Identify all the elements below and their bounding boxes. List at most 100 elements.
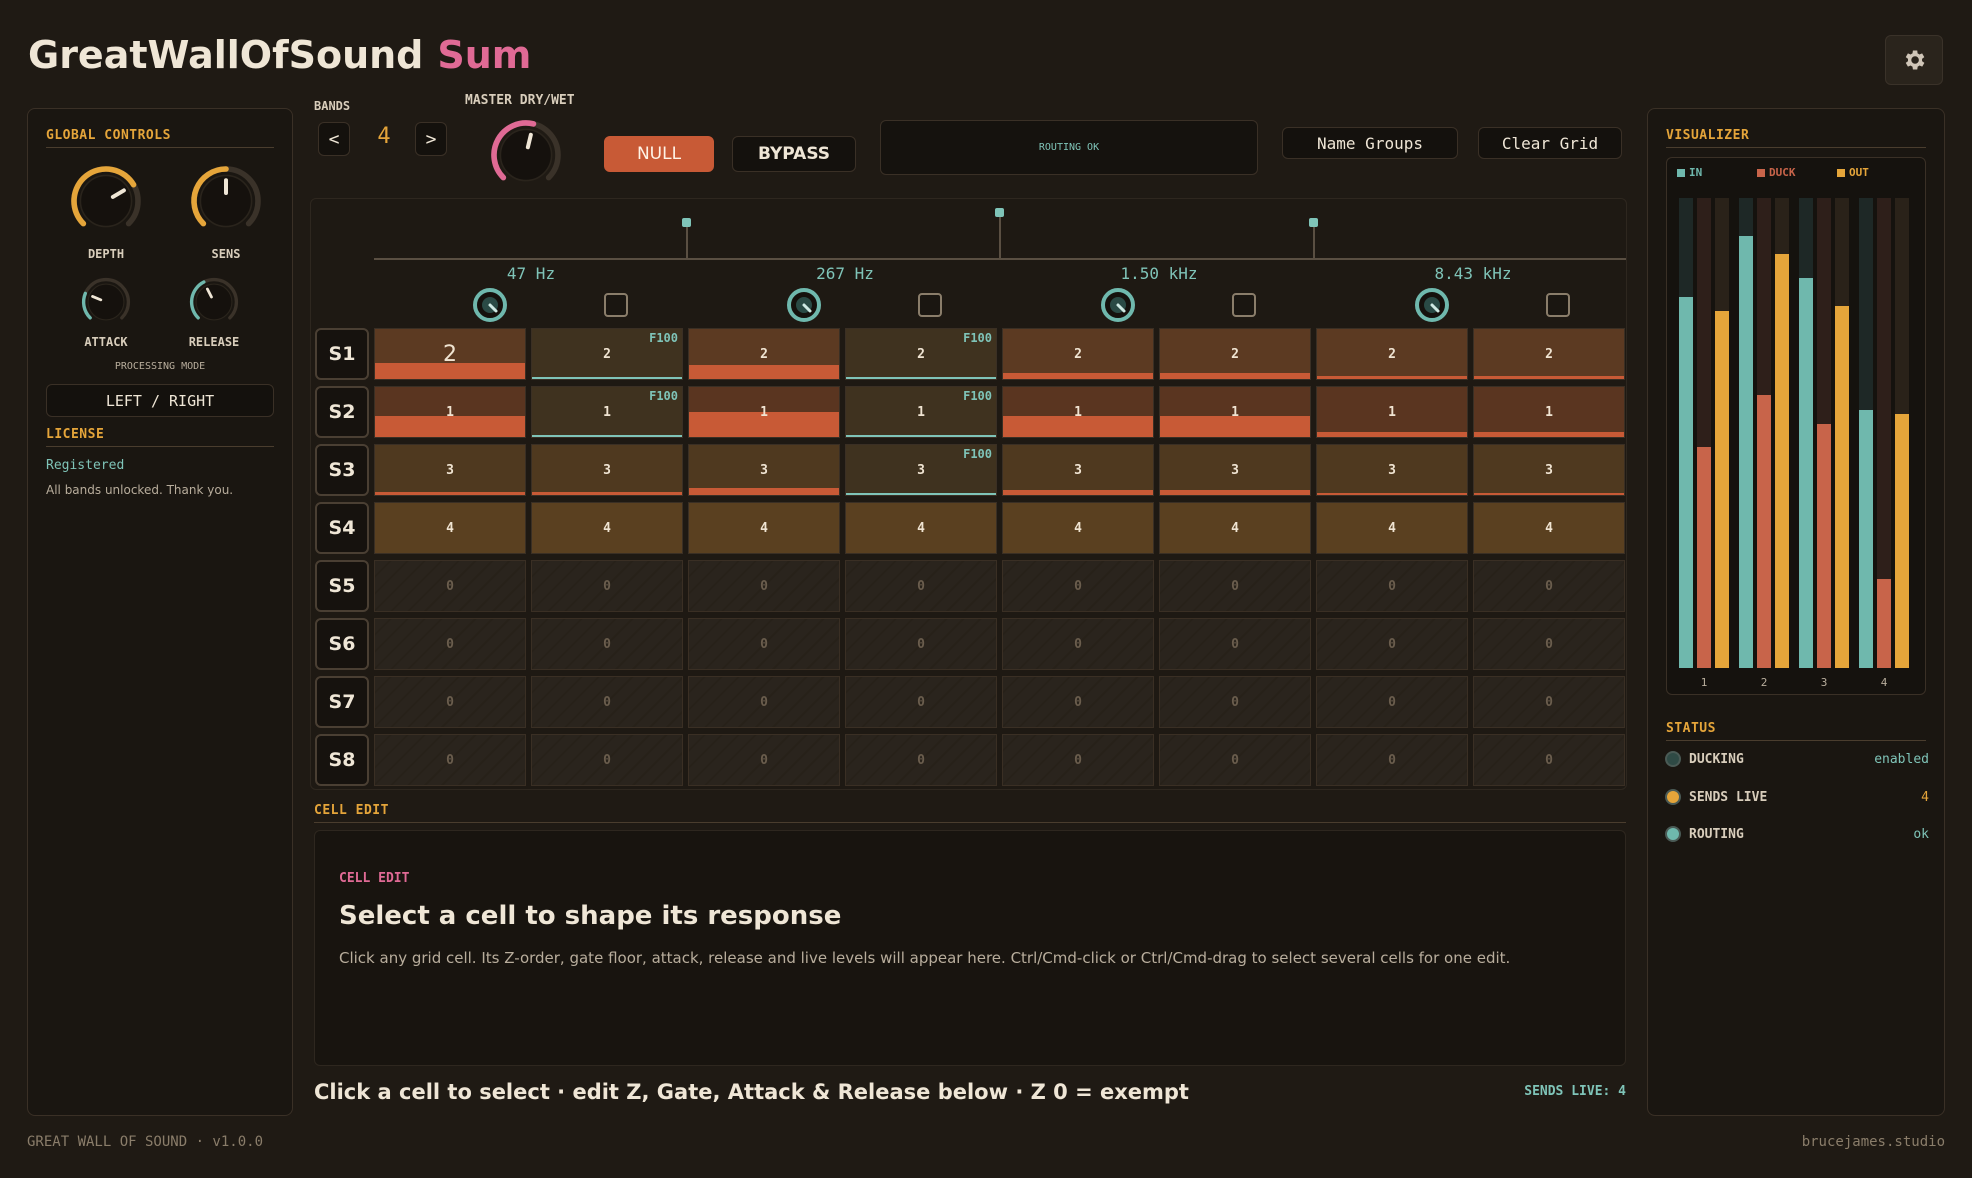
- bands-prev-button[interactable]: <: [318, 122, 350, 156]
- grid-cell[interactable]: 3: [1473, 444, 1625, 496]
- grid-cell[interactable]: 0: [1002, 560, 1154, 612]
- grid-cell[interactable]: 0: [531, 676, 683, 728]
- grid-cell[interactable]: 4: [531, 502, 683, 554]
- grid-cell[interactable]: 1: [1002, 386, 1154, 438]
- grid-cell[interactable]: 0: [1316, 618, 1468, 670]
- grid-cell[interactable]: 0: [531, 560, 683, 612]
- grid-cell[interactable]: 0: [845, 734, 997, 786]
- grid-cell[interactable]: 0: [688, 618, 840, 670]
- grid-cell[interactable]: 0: [1473, 734, 1625, 786]
- row-label-s8[interactable]: S8: [315, 734, 369, 786]
- grid-cell[interactable]: 1: [688, 386, 840, 438]
- grid-cell[interactable]: 3: [374, 444, 526, 496]
- null-button[interactable]: NULL: [604, 136, 714, 172]
- crossover-handle-3[interactable]: [1309, 218, 1318, 227]
- grid-cell[interactable]: 4: [374, 502, 526, 554]
- grid-cell[interactable]: 4: [688, 502, 840, 554]
- grid-cell[interactable]: 2: [374, 328, 526, 380]
- settings-button[interactable]: [1885, 35, 1943, 85]
- grid-cell[interactable]: 0: [1002, 676, 1154, 728]
- grid-cell[interactable]: 0: [1159, 618, 1311, 670]
- band-gain-knob[interactable]: [1100, 287, 1136, 323]
- grid-cell[interactable]: 0: [1473, 618, 1625, 670]
- row-label-s5[interactable]: S5: [315, 560, 369, 612]
- grid-cell[interactable]: 0: [374, 560, 526, 612]
- grid-cell[interactable]: 0: [688, 734, 840, 786]
- grid-cell[interactable]: 0: [374, 676, 526, 728]
- grid-cell[interactable]: F100 1: [845, 386, 997, 438]
- grid-cell[interactable]: 2: [1159, 328, 1311, 380]
- grid-cell[interactable]: 3: [1316, 444, 1468, 496]
- name-groups-button[interactable]: Name Groups: [1282, 127, 1458, 159]
- depth-knob[interactable]: [66, 161, 146, 241]
- grid-cell[interactable]: 0: [1159, 560, 1311, 612]
- grid-cell[interactable]: 3: [688, 444, 840, 496]
- grid-cell[interactable]: F100 3: [845, 444, 997, 496]
- bands-next-button[interactable]: >: [415, 122, 447, 156]
- grid-cell[interactable]: F100 2: [845, 328, 997, 380]
- row-label-s6[interactable]: S6: [315, 618, 369, 670]
- grid-cell[interactable]: 0: [1159, 676, 1311, 728]
- grid-cell[interactable]: 0: [688, 560, 840, 612]
- grid-cell[interactable]: 0: [1002, 734, 1154, 786]
- row-label-s4[interactable]: S4: [315, 502, 369, 554]
- grid-cell[interactable]: 0: [1316, 560, 1468, 612]
- row-label-s1[interactable]: S1: [315, 328, 369, 380]
- grid-cell[interactable]: 4: [1473, 502, 1625, 554]
- clear-grid-button[interactable]: Clear Grid: [1478, 127, 1622, 159]
- cell-z-value: 0: [1545, 636, 1553, 652]
- grid-cell[interactable]: 4: [1159, 502, 1311, 554]
- grid-cell[interactable]: 0: [374, 618, 526, 670]
- grid-cell[interactable]: 4: [1002, 502, 1154, 554]
- grid-cell[interactable]: 0: [845, 560, 997, 612]
- grid-cell[interactable]: 0: [531, 618, 683, 670]
- crossover-handle-2[interactable]: [995, 208, 1004, 217]
- grid-cell[interactable]: 0: [374, 734, 526, 786]
- band-solo-checkbox[interactable]: [1546, 293, 1570, 317]
- grid-cell[interactable]: 4: [845, 502, 997, 554]
- sens-knob[interactable]: [186, 161, 266, 241]
- row-label-s2[interactable]: S2: [315, 386, 369, 438]
- grid-cell[interactable]: 0: [1316, 734, 1468, 786]
- grid-cell[interactable]: 1: [374, 386, 526, 438]
- cell-z-value: 4: [1231, 520, 1239, 536]
- row-label-s3[interactable]: S3: [315, 444, 369, 496]
- crossover-handle-1[interactable]: [682, 218, 691, 227]
- attack-knob[interactable]: [78, 274, 134, 330]
- grid-cell[interactable]: 0: [1002, 618, 1154, 670]
- grid-cell[interactable]: 2: [1002, 328, 1154, 380]
- band-gain-knob[interactable]: [472, 287, 508, 323]
- grid-cell[interactable]: 2: [688, 328, 840, 380]
- grid-cell[interactable]: 2: [1316, 328, 1468, 380]
- band-solo-checkbox[interactable]: [604, 293, 628, 317]
- grid-cell[interactable]: 3: [531, 444, 683, 496]
- grid-cell[interactable]: 2: [1473, 328, 1625, 380]
- grid-cell[interactable]: F100 2: [531, 328, 683, 380]
- grid-cell[interactable]: 3: [1159, 444, 1311, 496]
- band-gain-knob[interactable]: [1414, 287, 1450, 323]
- release-knob[interactable]: [186, 274, 242, 330]
- visualizer-track: [1859, 198, 1873, 668]
- grid-cell[interactable]: 4: [1316, 502, 1468, 554]
- grid-cell[interactable]: F100 1: [531, 386, 683, 438]
- grid-cell[interactable]: 1: [1473, 386, 1625, 438]
- grid-cell[interactable]: 0: [1473, 676, 1625, 728]
- cell-z-value: 0: [603, 636, 611, 652]
- bypass-button[interactable]: BYPASS: [732, 136, 856, 172]
- grid-cell[interactable]: 0: [845, 618, 997, 670]
- grid-cell[interactable]: 0: [531, 734, 683, 786]
- band-gain-knob[interactable]: [786, 287, 822, 323]
- grid-cell[interactable]: 0: [845, 676, 997, 728]
- band-solo-checkbox[interactable]: [918, 293, 942, 317]
- band-solo-checkbox[interactable]: [1232, 293, 1256, 317]
- grid-cell[interactable]: 0: [1316, 676, 1468, 728]
- processing-mode-select[interactable]: LEFT / RIGHT: [46, 384, 274, 417]
- master-dry-wet-knob[interactable]: [486, 115, 566, 195]
- grid-cell[interactable]: 0: [1159, 734, 1311, 786]
- grid-cell[interactable]: 0: [688, 676, 840, 728]
- grid-cell[interactable]: 1: [1159, 386, 1311, 438]
- grid-cell[interactable]: 3: [1002, 444, 1154, 496]
- grid-cell[interactable]: 0: [1473, 560, 1625, 612]
- grid-cell[interactable]: 1: [1316, 386, 1468, 438]
- row-label-s7[interactable]: S7: [315, 676, 369, 728]
